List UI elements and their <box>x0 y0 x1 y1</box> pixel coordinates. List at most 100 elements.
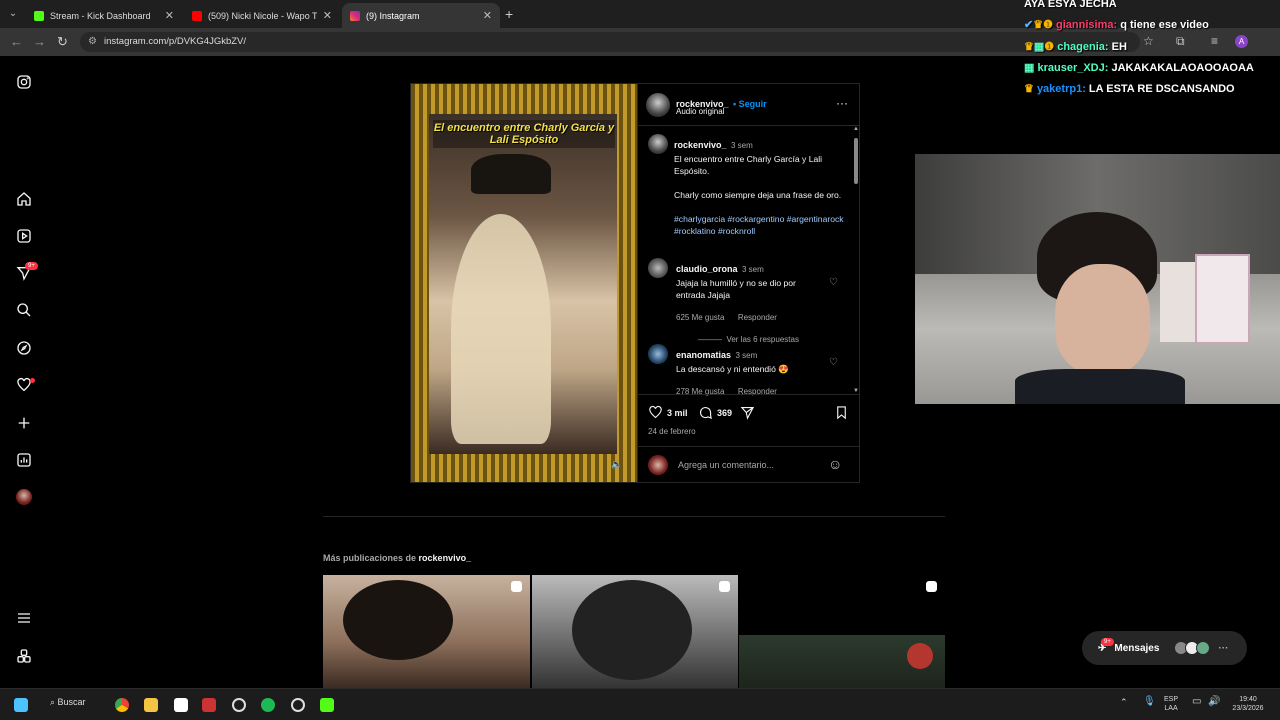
new-tab-button[interactable]: + <box>505 6 513 22</box>
file-explorer-icon[interactable] <box>144 698 158 712</box>
media-icon[interactable]: ≡ <box>1211 34 1218 48</box>
bookmark-star-icon[interactable]: ☆ <box>1143 34 1154 48</box>
messages-label: Mensajes <box>1114 642 1160 654</box>
url-text: instagram.com/p/DVKG4JGkbZV/ <box>104 36 247 47</box>
obs-icon[interactable] <box>291 698 305 712</box>
tab-kick-dashboard[interactable]: Stream - Kick Dashboard ✕ <box>26 3 182 28</box>
more-post-thumbnail[interactable] <box>532 575 738 688</box>
profile-avatar[interactable]: A <box>1235 35 1248 48</box>
my-avatar <box>648 455 668 475</box>
taskbar-search-label: Buscar <box>57 697 86 707</box>
notion-icon[interactable] <box>174 698 188 712</box>
post-video[interactable]: El encuentro entre Charly García y Lali … <box>411 84 637 482</box>
audio-label[interactable]: Audio original <box>676 107 724 116</box>
also-from-meta-icon[interactable] <box>14 646 34 666</box>
forward-icon[interactable]: → <box>33 34 46 49</box>
tray-chevron-icon[interactable]: ⌃ <box>1120 698 1128 707</box>
close-icon[interactable]: ✕ <box>323 9 332 22</box>
reload-icon[interactable]: ↻ <box>57 34 68 50</box>
comment-input[interactable]: Agrega un comentario... <box>678 460 774 470</box>
explore-icon[interactable] <box>14 338 34 358</box>
instagram-sidebar <box>0 56 48 688</box>
reel-icon <box>926 581 937 592</box>
clock[interactable]: 19:40 23/3/2026 <box>1228 695 1268 713</box>
comment-avatar[interactable] <box>648 258 668 278</box>
dashboard-icon[interactable] <box>14 450 34 470</box>
volume-icon[interactable]: 🔊 <box>1208 697 1220 707</box>
video-figure <box>451 214 551 444</box>
mic-icon[interactable]: 🎙 <box>1143 697 1156 707</box>
windows-start-icon[interactable] <box>14 698 28 712</box>
tab-youtube[interactable]: (509) Nicki Nicole - Wapo Trake ✕ <box>184 3 340 28</box>
profile-avatar-sidebar[interactable] <box>16 489 32 505</box>
network-icon[interactable]: ▭ <box>1192 697 1201 707</box>
chatgpt-icon[interactable] <box>232 698 246 712</box>
share-button[interactable] <box>740 405 755 420</box>
scrollbar-thumb[interactable] <box>854 138 858 184</box>
comment-text: La descansó y ni entendió 😍 <box>676 364 789 374</box>
site-info-icon[interactable]: ⚙ <box>88 32 97 52</box>
messages-button[interactable]: ✈ Mensajes ··· <box>1082 631 1247 665</box>
chat-text: AYA ESYA JECHA <box>1024 0 1117 10</box>
caption-time: 3 sem <box>730 141 753 150</box>
more-icon: ··· <box>1218 642 1229 654</box>
tab-instagram[interactable]: (9) Instagram ✕ <box>342 3 500 28</box>
url-input[interactable]: ⚙ instagram.com/p/DVKG4JGkbZV/ <box>80 32 1140 52</box>
author-avatar[interactable] <box>646 93 670 117</box>
taskbar-search[interactable]: ⌕ Buscar <box>50 697 86 708</box>
comments-scrollbar[interactable]: ▲ ▼ <box>852 126 860 394</box>
home-icon[interactable] <box>14 189 34 209</box>
more-post-thumbnail[interactable] <box>323 575 530 688</box>
menu-icon[interactable] <box>14 608 34 628</box>
comment-user[interactable]: claudio_orona <box>676 264 738 274</box>
comment-button[interactable]: 369 <box>698 405 732 420</box>
comments-count: 369 <box>717 407 733 418</box>
reply-button[interactable]: Responder <box>738 313 777 322</box>
chat-text: EH <box>1111 41 1127 53</box>
create-icon[interactable] <box>14 413 34 433</box>
close-icon[interactable]: ✕ <box>483 9 492 22</box>
chrome-icon[interactable] <box>115 698 129 712</box>
caption-user[interactable]: rockenvivo_ <box>674 140 727 150</box>
more-posts-user[interactable]: rockenvivo_ <box>419 553 472 563</box>
extensions-icon[interactable]: ⧉ <box>1176 34 1185 49</box>
chat-message: ♛ yaketrp1: LA ESTA RE DSCANSANDO <box>1024 83 1235 95</box>
caption-hashtags[interactable]: #charlygarcia #rockargentino #argentinar… <box>674 213 844 237</box>
like-button[interactable]: 3 mil <box>648 405 688 420</box>
follow-button[interactable]: • Seguir <box>733 99 767 109</box>
comment-icon <box>699 407 712 420</box>
spotify-icon[interactable] <box>261 698 275 712</box>
tab-search-icon[interactable]: ⌄ <box>4 5 22 23</box>
close-icon[interactable]: ✕ <box>165 9 174 22</box>
caption-avatar[interactable] <box>648 134 668 154</box>
caption-text: Charly como siempre deja una frase de or… <box>674 190 842 200</box>
messages-badge: 9+ <box>25 262 38 270</box>
more-post-thumbnail[interactable] <box>739 575 945 688</box>
tab-title: (509) Nicki Nicole - Wapo Trake <box>208 10 317 21</box>
reels-icon[interactable] <box>14 226 34 246</box>
back-icon[interactable]: ← <box>10 34 23 49</box>
comment-like-icon[interactable]: ♡ <box>829 357 838 368</box>
messages-pill-badge: 9+ <box>1101 638 1114 646</box>
webcam-overlay <box>915 154 1280 404</box>
volume-icon[interactable]: 🔈 <box>611 459 622 470</box>
app-icon[interactable] <box>202 698 216 712</box>
comment-time: 3 sem <box>741 265 764 274</box>
post-caption: rockenvivo_ 3 sem El encuentro entre Cha… <box>674 135 844 237</box>
post-dialog: El encuentro entre Charly García y Lali … <box>410 83 860 483</box>
more-options-icon[interactable]: ··· <box>836 96 848 110</box>
language-indicator[interactable]: ESP LAA <box>1164 695 1178 713</box>
comment-avatar[interactable] <box>648 344 668 364</box>
post-header: rockenvivo_ • Seguir Audio original ··· <box>638 84 860 126</box>
kick-app-icon[interactable] <box>320 698 334 712</box>
emoji-icon[interactable]: ☺ <box>828 456 842 472</box>
chat-user: krauser_XDJ: <box>1037 62 1109 74</box>
comment-user[interactable]: enanomatias <box>676 350 731 360</box>
comment-like-icon[interactable]: ♡ <box>829 277 838 288</box>
save-button[interactable] <box>834 405 849 420</box>
chat-user: giannisima: <box>1056 19 1118 31</box>
instagram-logo-icon[interactable] <box>14 72 34 92</box>
comment-likes[interactable]: 625 Me gusta <box>676 313 724 322</box>
view-replies-button[interactable]: ——— Ver las 6 respuestas <box>676 335 826 344</box>
search-icon[interactable] <box>14 300 34 320</box>
